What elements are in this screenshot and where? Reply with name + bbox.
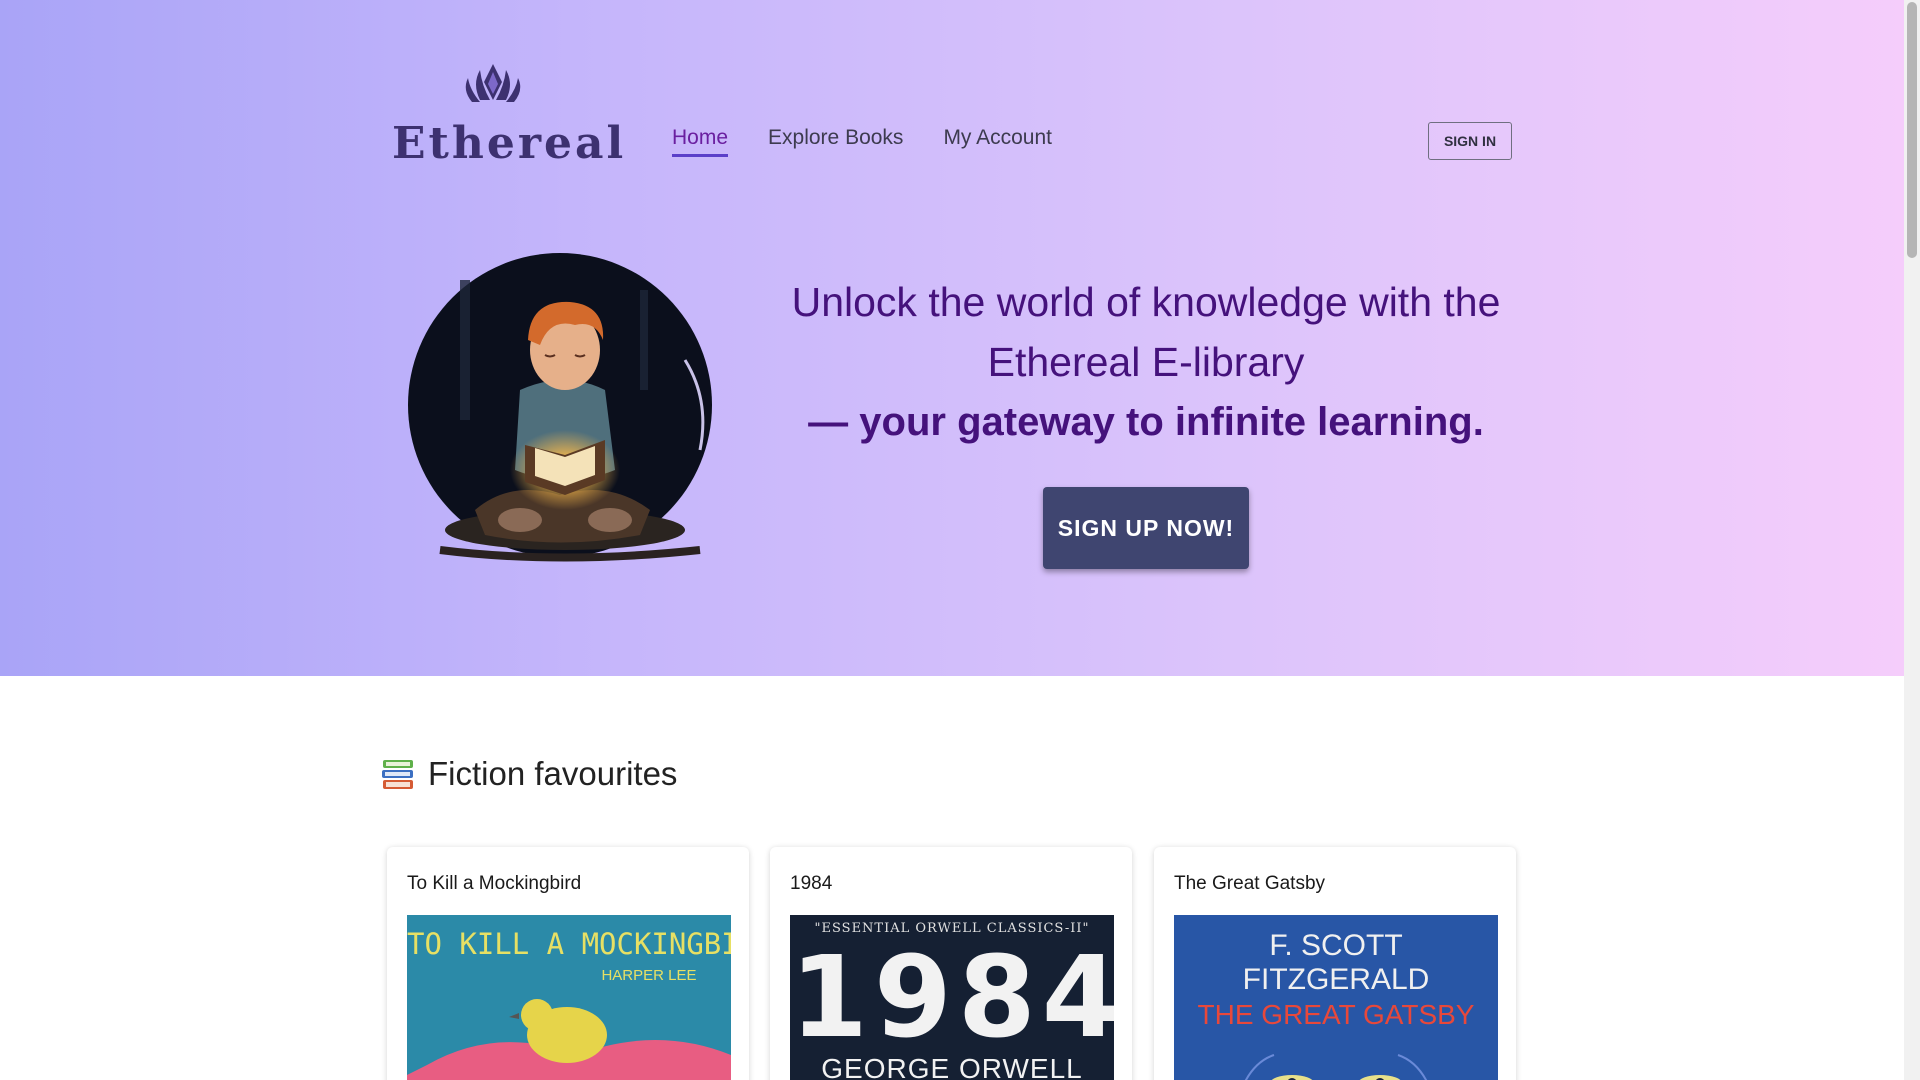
- hero-headline: Unlock the world of knowledge with the E…: [760, 272, 1532, 452]
- sign-in-button[interactable]: SIGN IN: [1428, 122, 1512, 160]
- nav-item-home[interactable]: Home: [672, 126, 729, 157]
- sign-up-now-button[interactable]: SIGN UP NOW!: [1043, 487, 1249, 569]
- boy-reading-book-illustration: [408, 253, 712, 562]
- cover-author: GEORGE ORWELL: [821, 1053, 1083, 1080]
- scrollbar-thumb[interactable]: [1907, 2, 1917, 258]
- book-title: To Kill a Mockingbird: [407, 873, 582, 894]
- main-nav: Home Explore Books My Account: [672, 126, 1052, 157]
- book-cover-image[interactable]: F. SCOTT FITZGERALD THE GREAT GATSBY: [1174, 915, 1498, 1080]
- book-cover-image[interactable]: TO KILL A MOCKINGBIRD HARPER LEE: [407, 915, 731, 1080]
- nav-item-explore-books[interactable]: Explore Books: [768, 126, 903, 157]
- cover-title: TO KILL A MOCKINGBIRD: [407, 927, 731, 961]
- book-card[interactable]: 1984 "ESSENTIAL ORWELL CLASSICS-II" 1984…: [770, 847, 1132, 1080]
- book-card[interactable]: The Great Gatsby F. SCOTT FITZGERALD THE…: [1154, 847, 1516, 1080]
- cover-author: HARPER LEE: [601, 967, 697, 984]
- hero-tagline: — your gateway to infinite learning.: [808, 400, 1484, 444]
- book-cover-image[interactable]: "ESSENTIAL ORWELL CLASSICS-II" 1984 GEOR…: [790, 915, 1114, 1080]
- book-title: 1984: [790, 873, 833, 894]
- cover-title: 1984: [790, 933, 1114, 1063]
- hero-section: Ethereal Home Explore Books My Account S…: [0, 0, 1904, 676]
- hero-line-1: Unlock the world of knowledge with the: [791, 279, 1501, 325]
- page: Ethereal Home Explore Books My Account S…: [0, 0, 1904, 1080]
- section-heading: Fiction favourites: [428, 755, 678, 792]
- book-card[interactable]: To Kill a Mockingbird TO KILL A MOCKINGB…: [387, 847, 749, 1080]
- nav-item-my-account[interactable]: My Account: [943, 126, 1052, 157]
- gatsby-eyes-art: [1244, 1054, 1428, 1080]
- lotus-icon: [465, 64, 521, 102]
- vertical-scrollbar[interactable]: [1904, 0, 1920, 1080]
- hero-line-2: Ethereal E-library: [987, 339, 1305, 385]
- book-title: The Great Gatsby: [1174, 873, 1326, 894]
- section-header: Fiction favourites: [380, 755, 677, 793]
- brand-name: Ethereal: [392, 118, 627, 169]
- stack-of-books-icon: [382, 760, 413, 789]
- brand-logo[interactable]: Ethereal: [388, 60, 623, 170]
